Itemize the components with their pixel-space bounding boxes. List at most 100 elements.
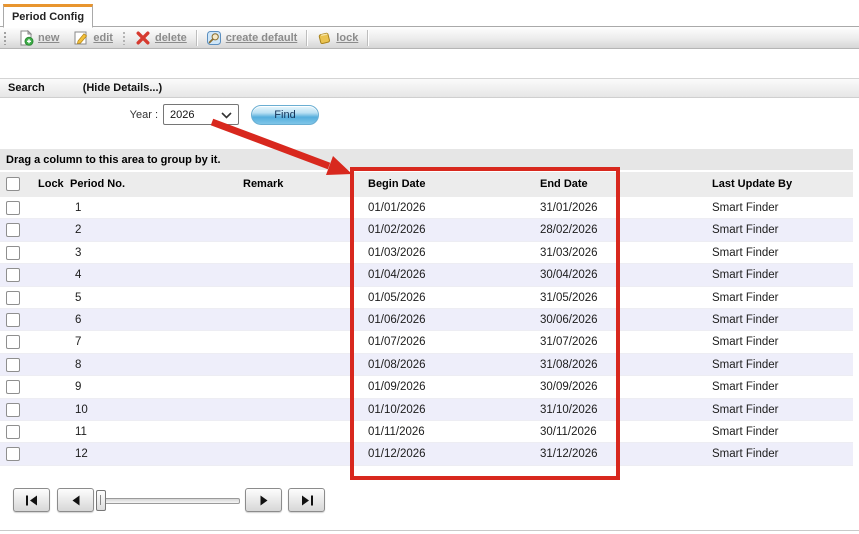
year-select-value: 2026 bbox=[170, 109, 194, 121]
row-checkbox[interactable] bbox=[6, 313, 20, 327]
first-page-icon bbox=[25, 495, 39, 506]
cell-period-no: 3 bbox=[75, 242, 81, 264]
find-button[interactable]: Find bbox=[251, 105, 319, 125]
column-header-last-update-by[interactable]: Last Update By bbox=[712, 172, 792, 197]
year-label: Year : bbox=[116, 109, 158, 121]
cell-period-no: 9 bbox=[75, 376, 81, 398]
create-default-button[interactable]: create default bbox=[199, 28, 305, 48]
cell-begin-date: 01/06/2026 bbox=[368, 309, 426, 331]
row-checkbox[interactable] bbox=[6, 380, 20, 394]
cell-last-update-by: Smart Finder bbox=[712, 399, 778, 421]
tab-period-config[interactable]: Period Config bbox=[3, 4, 93, 28]
row-checkbox[interactable] bbox=[6, 447, 20, 461]
delete-button[interactable]: delete bbox=[128, 28, 194, 48]
row-checkbox[interactable] bbox=[6, 223, 20, 237]
next-page-button[interactable] bbox=[245, 488, 282, 512]
row-checkbox[interactable] bbox=[6, 201, 20, 215]
cell-period-no: 2 bbox=[75, 219, 81, 241]
cell-last-update-by: Smart Finder bbox=[712, 287, 778, 309]
page-slider-thumb[interactable] bbox=[96, 490, 106, 511]
table-row[interactable]: 8 01/08/2026 31/08/2026 Smart Finder bbox=[0, 354, 853, 376]
cell-period-no: 8 bbox=[75, 354, 81, 376]
table-row[interactable]: 2 01/02/2026 28/02/2026 Smart Finder bbox=[0, 219, 853, 241]
cell-last-update-by: Smart Finder bbox=[712, 376, 778, 398]
cell-period-no: 11 bbox=[75, 421, 87, 443]
toolbar-separator bbox=[367, 30, 368, 46]
cell-begin-date: 01/04/2026 bbox=[368, 264, 426, 286]
cell-last-update-by: Smart Finder bbox=[712, 443, 778, 465]
hide-details-toggle[interactable]: (Hide Details...) bbox=[83, 82, 162, 94]
cell-last-update-by: Smart Finder bbox=[712, 421, 778, 443]
first-page-button[interactable] bbox=[13, 488, 50, 512]
toolbar-drag-handle-icon[interactable] bbox=[3, 31, 7, 45]
cell-begin-date: 01/01/2026 bbox=[368, 197, 426, 219]
table-row[interactable]: 7 01/07/2026 31/07/2026 Smart Finder bbox=[0, 331, 853, 353]
year-select[interactable]: 2026 bbox=[163, 104, 239, 125]
row-checkbox[interactable] bbox=[6, 425, 20, 439]
column-header-lock[interactable]: Lock bbox=[38, 172, 64, 197]
page-slider-track[interactable] bbox=[96, 498, 240, 504]
cell-end-date: 30/09/2026 bbox=[540, 376, 598, 398]
cell-last-update-by: Smart Finder bbox=[712, 242, 778, 264]
table-row[interactable]: 1 01/01/2026 31/01/2026 Smart Finder bbox=[0, 197, 853, 219]
previous-page-button[interactable] bbox=[57, 488, 94, 512]
row-checkbox[interactable] bbox=[6, 246, 20, 260]
chevron-down-icon bbox=[221, 112, 232, 119]
cell-period-no: 4 bbox=[75, 264, 81, 286]
lock-button[interactable]: lock bbox=[309, 28, 365, 48]
delete-button-label: delete bbox=[155, 32, 187, 44]
cell-end-date: 31/03/2026 bbox=[540, 242, 598, 264]
cell-period-no: 5 bbox=[75, 287, 81, 309]
row-checkbox[interactable] bbox=[6, 403, 20, 417]
column-header-end-date[interactable]: End Date bbox=[540, 172, 588, 197]
row-checkbox[interactable] bbox=[6, 291, 20, 305]
create-default-icon bbox=[206, 30, 222, 46]
tab-label: Period Config bbox=[12, 11, 84, 23]
toolbar-separator bbox=[122, 31, 126, 45]
cell-last-update-by: Smart Finder bbox=[712, 219, 778, 241]
lock-button-label: lock bbox=[336, 32, 358, 44]
next-page-icon bbox=[259, 495, 269, 506]
lock-icon bbox=[316, 30, 332, 46]
edit-button-label: edit bbox=[93, 32, 113, 44]
column-header-remark[interactable]: Remark bbox=[243, 172, 283, 197]
search-section-header: Search (Hide Details...) bbox=[0, 78, 859, 98]
cell-period-no: 10 bbox=[75, 399, 88, 421]
column-header-begin-date[interactable]: Begin Date bbox=[368, 172, 425, 197]
row-checkbox[interactable] bbox=[6, 335, 20, 349]
table-row[interactable]: 3 01/03/2026 31/03/2026 Smart Finder bbox=[0, 242, 853, 264]
new-icon bbox=[18, 30, 34, 46]
group-by-hint: Drag a column to this area to group by i… bbox=[6, 154, 221, 166]
edit-button[interactable]: edit bbox=[66, 28, 120, 48]
table-row[interactable]: 5 01/05/2026 31/05/2026 Smart Finder bbox=[0, 287, 853, 309]
table-body: 1 01/01/2026 31/01/2026 Smart Finder 2 0… bbox=[0, 197, 853, 466]
cell-end-date: 28/02/2026 bbox=[540, 219, 598, 241]
cell-end-date: 31/08/2026 bbox=[540, 354, 598, 376]
cell-end-date: 31/07/2026 bbox=[540, 331, 598, 353]
delete-icon bbox=[135, 30, 151, 46]
toolbar-separator bbox=[306, 30, 307, 46]
cell-end-date: 31/01/2026 bbox=[540, 197, 598, 219]
last-page-icon bbox=[300, 495, 314, 506]
table-row[interactable]: 6 01/06/2026 30/06/2026 Smart Finder bbox=[0, 309, 853, 331]
row-checkbox[interactable] bbox=[6, 268, 20, 282]
cell-begin-date: 01/08/2026 bbox=[368, 354, 426, 376]
table-row[interactable]: 10 01/10/2026 31/10/2026 Smart Finder bbox=[0, 399, 853, 421]
table-row[interactable]: 4 01/04/2026 30/04/2026 Smart Finder bbox=[0, 264, 853, 286]
create-default-button-label: create default bbox=[226, 32, 298, 44]
row-checkbox[interactable] bbox=[6, 358, 20, 372]
select-all-checkbox[interactable] bbox=[6, 177, 20, 191]
column-header-period-no[interactable]: Period No. bbox=[70, 172, 125, 197]
group-by-drop-area[interactable]: Drag a column to this area to group by i… bbox=[0, 149, 853, 170]
cell-end-date: 30/06/2026 bbox=[540, 309, 598, 331]
table-row[interactable]: 12 01/12/2026 31/12/2026 Smart Finder bbox=[0, 443, 853, 465]
table-row[interactable]: 11 01/11/2026 30/11/2026 Smart Finder bbox=[0, 421, 853, 443]
edit-icon bbox=[73, 30, 89, 46]
new-button[interactable]: new bbox=[11, 28, 66, 48]
search-label: Search bbox=[8, 82, 45, 94]
period-config-page: Period Config new edit bbox=[0, 0, 859, 534]
table-row[interactable]: 9 01/09/2026 30/09/2026 Smart Finder bbox=[0, 376, 853, 398]
cell-begin-date: 01/02/2026 bbox=[368, 219, 426, 241]
cell-begin-date: 01/12/2026 bbox=[368, 443, 426, 465]
last-page-button[interactable] bbox=[288, 488, 325, 512]
